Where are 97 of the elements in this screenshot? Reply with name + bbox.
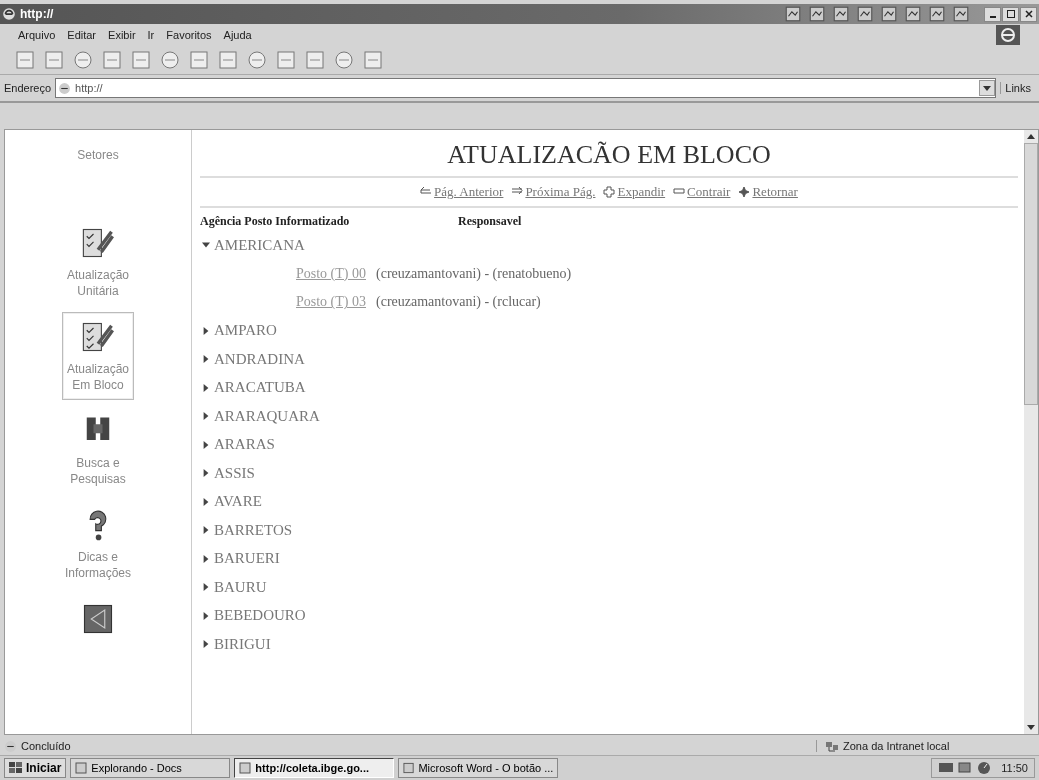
clock-icon bbox=[976, 761, 993, 775]
toolbar-icon[interactable] bbox=[904, 5, 922, 23]
tree-item[interactable]: ARARAQUARA bbox=[200, 402, 320, 431]
tree-item[interactable]: BIRIGUI bbox=[200, 630, 271, 659]
tree-item[interactable]: AVARE bbox=[200, 487, 262, 516]
taskbar-button[interactable]: http://coleta.ibge.go... bbox=[234, 758, 395, 778]
close-icon bbox=[1023, 9, 1034, 19]
triangle-down-icon bbox=[202, 241, 210, 250]
page-title: ATUALIZACÃO EM BLOCO bbox=[200, 140, 1018, 178]
start-button[interactable]: Iniciar bbox=[4, 758, 67, 778]
address-label: Endereço bbox=[4, 82, 52, 94]
nav-link[interactable]: Expandir bbox=[603, 184, 666, 200]
caret-icon bbox=[983, 85, 992, 91]
toolbar-icon[interactable] bbox=[808, 5, 826, 23]
menu-item[interactable]: Ajuda bbox=[223, 29, 252, 41]
taskbar-button[interactable]: Microsoft Word - O botão ... bbox=[398, 758, 559, 778]
responsible-text: (creuzamantovani) - (rclucar) bbox=[376, 294, 541, 311]
zone-text: Zona da Intranet local bbox=[843, 740, 950, 752]
menu-item[interactable]: Exibir bbox=[108, 29, 136, 41]
dropdown-button[interactable] bbox=[979, 80, 996, 96]
triangle-right-icon bbox=[202, 355, 210, 364]
sidebar-item[interactable]: Busca e Pesquisas bbox=[62, 406, 134, 494]
window-icon bbox=[403, 762, 415, 774]
tree-item[interactable]: BAURU bbox=[200, 573, 267, 602]
menu-item[interactable]: Favoritos bbox=[166, 29, 212, 41]
nav-link[interactable]: Contrair bbox=[673, 184, 731, 200]
close-button[interactable] bbox=[1020, 6, 1037, 22]
minimize-icon bbox=[989, 16, 996, 18]
toolbar-icon[interactable] bbox=[784, 5, 802, 23]
posto-link[interactable]: Posto (T) 00 bbox=[296, 265, 366, 282]
tree-item[interactable]: ARARAS bbox=[200, 430, 275, 459]
nav-link[interactable]: Próxima Pág. bbox=[511, 184, 596, 200]
column-header: Agência Posto Informatizado bbox=[200, 214, 351, 229]
browser-icon bbox=[2, 7, 16, 21]
sidebar-item[interactable]: Atualização Unitária bbox=[62, 218, 134, 306]
triangle-right-icon bbox=[202, 326, 210, 335]
triangle-right-icon bbox=[202, 469, 210, 478]
scrollbar[interactable] bbox=[1024, 130, 1038, 734]
triangle-right-icon bbox=[202, 611, 210, 620]
maximize-icon bbox=[1005, 9, 1016, 19]
scroll-up-icon bbox=[1027, 134, 1035, 139]
triangle-right-icon bbox=[202, 583, 210, 592]
triangle-right-icon bbox=[202, 412, 210, 421]
tree-item[interactable]: ANDRADINA bbox=[200, 345, 305, 374]
triangle-right-icon bbox=[202, 526, 210, 535]
window-icon bbox=[239, 762, 252, 774]
monitor-icon bbox=[957, 761, 974, 775]
links-button[interactable]: Links bbox=[1000, 82, 1035, 94]
status-text: Concluído bbox=[21, 740, 71, 752]
triangle-right-icon bbox=[202, 640, 210, 649]
toolbar-icon[interactable] bbox=[246, 49, 268, 71]
network-icon bbox=[825, 740, 839, 752]
toolbar-icon[interactable] bbox=[928, 5, 946, 23]
posto-link[interactable]: Posto (T) 03 bbox=[296, 294, 366, 311]
triangle-right-icon bbox=[202, 383, 210, 392]
windows-logo-icon bbox=[9, 762, 23, 774]
column-header: Responsavel bbox=[458, 214, 522, 229]
tree-item[interactable]: AMERICANA bbox=[200, 231, 305, 260]
tree-item[interactable]: BEBEDOURO bbox=[200, 601, 306, 630]
clock: 11:50 bbox=[1001, 762, 1028, 774]
triangle-right-icon bbox=[202, 440, 210, 449]
tree-item[interactable]: ARACATUBA bbox=[200, 373, 306, 402]
tree-item[interactable]: ASSIS bbox=[200, 459, 255, 488]
toolbar-icon[interactable] bbox=[856, 5, 874, 23]
window-icon bbox=[75, 762, 88, 774]
nav-link[interactable]: Retornar bbox=[738, 184, 798, 200]
address-field[interactable]: http:// bbox=[55, 78, 997, 98]
triangle-right-icon bbox=[202, 497, 210, 506]
triangle-right-icon bbox=[202, 554, 210, 563]
sidebar-title: Setores bbox=[77, 148, 119, 162]
toolbar-icon[interactable] bbox=[333, 49, 355, 71]
tree-item[interactable]: AMPARO bbox=[200, 316, 277, 345]
maximize-button[interactable] bbox=[1002, 6, 1019, 22]
menu-item[interactable]: Ir bbox=[147, 29, 155, 41]
menu-item[interactable]: Editar bbox=[67, 29, 97, 41]
scroll-down-icon bbox=[1027, 725, 1035, 730]
toolbar-icon[interactable] bbox=[72, 49, 94, 71]
tree-item[interactable]: BARRETOS bbox=[200, 516, 293, 545]
window-title: http:// bbox=[20, 7, 55, 21]
browser-logo-icon bbox=[995, 25, 1021, 45]
sidebar-item[interactable]: Atualização Em Bloco bbox=[62, 312, 134, 400]
nav-link[interactable]: Pág. Anterior bbox=[420, 184, 504, 200]
network-icon bbox=[938, 761, 955, 775]
menu-item[interactable]: Arquivo bbox=[18, 29, 56, 41]
toolbar-icon[interactable] bbox=[832, 5, 850, 23]
page-icon bbox=[58, 81, 72, 95]
minimize-button[interactable] bbox=[984, 6, 1001, 22]
tree-item[interactable]: BARUERI bbox=[200, 544, 280, 573]
page-icon bbox=[4, 739, 17, 753]
sidebar-item[interactable]: Dicas e Informações bbox=[62, 500, 134, 588]
toolbar-icon[interactable] bbox=[880, 5, 898, 23]
plus-icon bbox=[603, 186, 616, 198]
responsible-text: (creuzamantovani) - (renatobueno) bbox=[376, 265, 572, 282]
toolbar-icon[interactable] bbox=[159, 49, 181, 71]
toolbar-icon[interactable] bbox=[952, 5, 970, 23]
star-icon bbox=[738, 186, 751, 198]
taskbar-button[interactable]: Explorando - Docs bbox=[70, 758, 231, 778]
